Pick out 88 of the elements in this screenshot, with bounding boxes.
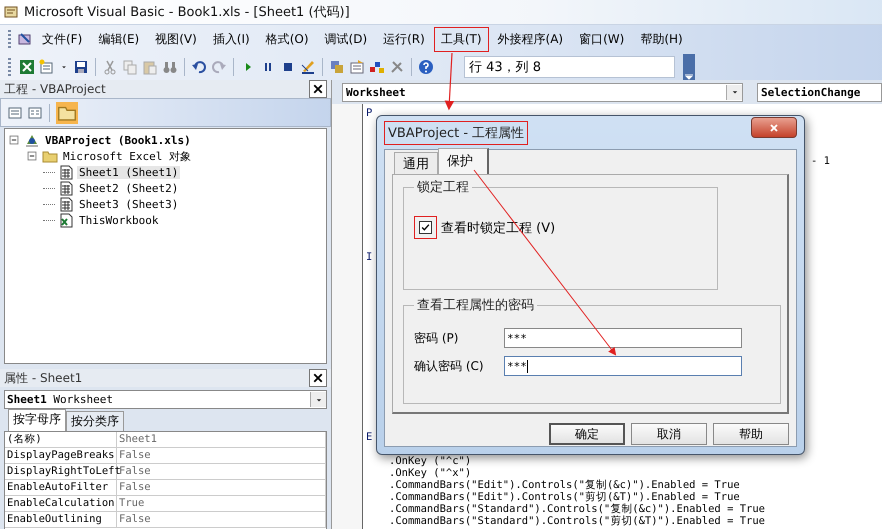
help-icon[interactable]: [418, 58, 434, 74]
view-code-icon[interactable]: [7, 104, 23, 120]
code-line: .OnKey ("^x"): [389, 467, 472, 479]
checkbox-label[interactable]: 查看时锁定工程 (V): [441, 218, 556, 236]
collapse-icon[interactable]: [25, 149, 39, 163]
field-label: 确认密码 (C): [414, 358, 485, 374]
project-explorer-icon[interactable]: [329, 58, 345, 74]
close-icon[interactable]: [312, 83, 324, 95]
property-value[interactable]: True: [117, 496, 326, 511]
collapse-icon[interactable]: [7, 133, 21, 147]
worksheet-icon: [58, 164, 74, 180]
menu-item[interactable]: 帮助(H): [633, 26, 690, 52]
code-line: .CommandBars("Standard").Controls("复制(&c)").Enabled = True: [389, 503, 766, 515]
tab[interactable]: 按分类序: [66, 411, 124, 431]
tree-item[interactable]: Sheet3 (Sheet3): [77, 198, 180, 210]
property-name: EnableOutlining: [5, 512, 117, 527]
object-dropdown[interactable]: Worksheet: [342, 82, 743, 102]
menu-item[interactable]: 窗口(W): [572, 26, 632, 52]
menu-item[interactable]: 编辑(E): [91, 26, 146, 52]
menu-item[interactable]: 运行(R): [376, 26, 432, 52]
menu-item[interactable]: 外接程序(A): [490, 26, 570, 52]
password-field[interactable]: ***: [504, 356, 742, 376]
menu-item[interactable]: 调试(D): [318, 26, 374, 52]
close-button[interactable]: [309, 369, 327, 387]
worksheet-icon: [58, 196, 74, 212]
dialog-button[interactable]: 取消: [631, 423, 707, 445]
property-value[interactable]: False: [117, 512, 326, 527]
property-name: EnableCalculation: [5, 496, 117, 511]
save-icon[interactable]: [73, 58, 89, 74]
excel-icon[interactable]: [19, 58, 35, 74]
code-line: .CommandBars("Edit").Controls("复制(&c)").Enabled = True: [389, 479, 740, 491]
dialog-title: VBAProject - 工程属性: [384, 120, 528, 144]
property-value[interactable]: False: [117, 480, 326, 495]
view-object-icon[interactable]: [27, 104, 43, 120]
menu-item[interactable]: 插入(I): [206, 26, 257, 52]
tree-item[interactable]: Sheet2 (Sheet2): [77, 182, 180, 194]
code-line: - 1: [811, 155, 830, 167]
field-label: 密码 (P): [414, 330, 460, 346]
property-name: DisplayPageBreaks: [5, 448, 117, 463]
password-field[interactable]: ***: [504, 328, 742, 348]
menu-item[interactable]: 格式(O): [258, 26, 316, 52]
tab[interactable]: 按字母序: [8, 409, 66, 431]
app-icon: [3, 4, 19, 20]
menu-item[interactable]: 工具(T): [434, 26, 489, 52]
panel-title: 属性 - Sheet1: [4, 370, 82, 386]
code-line: E: [366, 431, 372, 443]
code-line: .CommandBars("Edit").Controls("剪切(&T)").Enabled = True: [389, 491, 740, 503]
undo-icon[interactable]: [191, 58, 207, 74]
tree-item[interactable]: ThisWorkbook: [77, 214, 160, 226]
menu-item[interactable]: 文件(F): [35, 26, 90, 52]
property-name: (名称): [5, 432, 117, 447]
design-mode-icon[interactable]: [300, 58, 316, 74]
menu-item[interactable]: 视图(V): [148, 26, 204, 52]
toggle-folders-icon[interactable]: [56, 102, 78, 124]
group-title: 查看工程属性的密码: [416, 297, 535, 314]
close-button[interactable]: [309, 80, 327, 98]
tab[interactable]: 通用: [394, 152, 438, 174]
procedure-dropdown[interactable]: SelectionChange: [757, 82, 882, 102]
close-button[interactable]: [751, 117, 797, 138]
dialog-button[interactable]: 帮助: [713, 423, 789, 445]
vba-icon[interactable]: [17, 31, 33, 47]
property-name: EnableAutoFilter: [5, 480, 117, 495]
cursor-position: 行 43，列 8: [464, 56, 675, 78]
close-icon[interactable]: [312, 372, 324, 384]
tree-item[interactable]: Microsoft Excel 对象: [61, 148, 193, 164]
insert-form-icon[interactable]: [39, 58, 55, 74]
property-value[interactable]: False: [117, 448, 326, 463]
checkbox[interactable]: [414, 216, 437, 239]
tree-item[interactable]: VBAProject (Book1.xls): [43, 134, 193, 146]
caret-icon[interactable]: [685, 74, 693, 80]
check-icon: [421, 223, 430, 232]
object-dropdown[interactable]: Sheet1 Worksheet: [4, 390, 327, 409]
dialog-button[interactable]: 确定: [549, 423, 625, 445]
tree-item[interactable]: Sheet1 (Sheet1): [77, 166, 180, 178]
code-line: .CommandBars("Standard").Controls("剪切(&T)").Enabled = True: [389, 515, 766, 527]
worksheet-icon: [58, 180, 74, 196]
workbook-icon: [58, 212, 74, 228]
toolbar-options[interactable]: [683, 54, 695, 80]
properties-icon[interactable]: [349, 58, 365, 74]
panel-title: 工程 - VBAProject: [4, 80, 106, 98]
group-title: 锁定工程: [416, 179, 470, 196]
code-line: .OnKey ("^c"): [389, 455, 472, 467]
window-title: Microsoft Visual Basic - Book1.xls - [Sheet1 (代码)]: [24, 4, 350, 21]
code-line: P: [366, 107, 372, 119]
tab[interactable]: 保护: [438, 148, 489, 174]
code-line: I: [366, 251, 372, 263]
property-value[interactable]: Sheet1: [117, 432, 326, 447]
annotation-arrow: [444, 52, 454, 110]
